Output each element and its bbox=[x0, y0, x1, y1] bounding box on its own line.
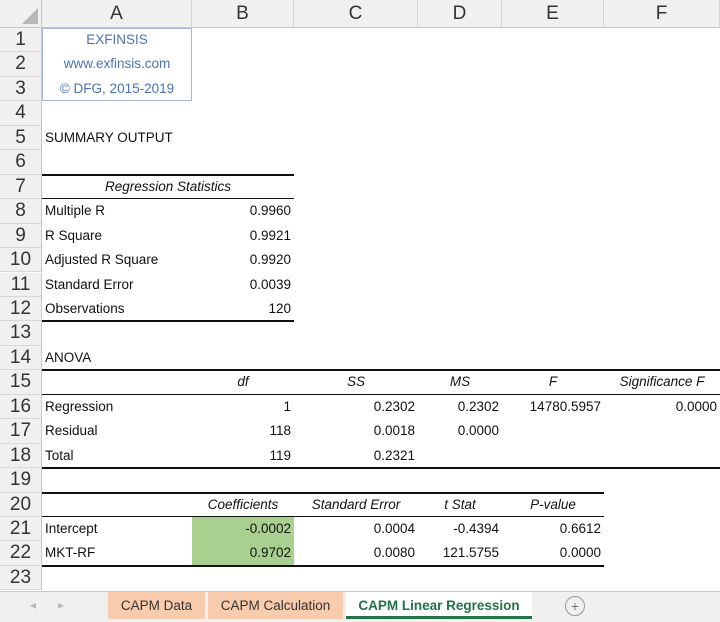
tab-capm-calculation[interactable]: CAPM Calculation bbox=[208, 592, 343, 619]
anova-row-label[interactable]: Regression bbox=[42, 395, 192, 419]
row-header-21[interactable]: 21 bbox=[0, 517, 42, 542]
row-header-14[interactable]: 14 bbox=[0, 345, 42, 371]
row-header-6[interactable]: 6 bbox=[0, 150, 42, 175]
anova-header-2[interactable]: SS bbox=[294, 370, 418, 394]
coef-value[interactable]: 0.0004 bbox=[294, 517, 418, 541]
coef-value[interactable]: 0.6612 bbox=[502, 517, 604, 541]
coef-bottom-border bbox=[42, 564, 604, 567]
anova-row-label[interactable]: Total bbox=[42, 444, 192, 468]
column-header-f[interactable]: F bbox=[604, 0, 720, 28]
row-header-23[interactable]: 23 bbox=[0, 565, 42, 591]
row-header-16[interactable]: 16 bbox=[0, 394, 42, 420]
coef-header-1[interactable]: Coefficients bbox=[192, 493, 294, 517]
coef-value[interactable]: 0.9702 bbox=[192, 541, 294, 566]
regstat-label[interactable]: Observations bbox=[42, 297, 192, 321]
coef-value[interactable]: 121.5755 bbox=[418, 541, 502, 565]
row-header-13[interactable]: 13 bbox=[0, 321, 42, 346]
anova-value[interactable]: 14780.5957 bbox=[502, 395, 604, 419]
anova-title[interactable]: ANOVA bbox=[42, 346, 192, 370]
row-header-7[interactable]: 7 bbox=[0, 174, 42, 200]
row-header-1[interactable]: 1 bbox=[0, 28, 42, 53]
anova-value[interactable]: 0.2321 bbox=[294, 444, 418, 468]
regression-statistics-header[interactable]: Regression Statistics bbox=[42, 175, 294, 199]
coef-value[interactable]: 0.0080 bbox=[294, 541, 418, 565]
regstat-value[interactable]: 0.9920 bbox=[192, 248, 294, 272]
row-header-15[interactable]: 15 bbox=[0, 370, 42, 395]
row-header-12[interactable]: 12 bbox=[0, 296, 42, 322]
anova-value[interactable]: 119 bbox=[192, 444, 294, 468]
anova-header-1[interactable]: df bbox=[192, 370, 294, 394]
column-header-c[interactable]: C bbox=[294, 0, 418, 28]
row-header-17[interactable]: 17 bbox=[0, 419, 42, 444]
anova-header-4[interactable]: F bbox=[502, 370, 604, 394]
column-header-b[interactable]: B bbox=[192, 0, 294, 28]
anova-value[interactable]: 0.0000 bbox=[418, 419, 502, 443]
anova-header-3[interactable]: MS bbox=[418, 370, 502, 394]
regstats-bottom-border bbox=[42, 320, 294, 323]
coef-header-3[interactable]: t Stat bbox=[418, 493, 502, 517]
coef-value[interactable]: -0.4394 bbox=[418, 517, 502, 541]
coef-row-label[interactable]: Intercept bbox=[42, 517, 192, 541]
column-header-e[interactable]: E bbox=[502, 0, 604, 28]
regstat-label[interactable]: R Square bbox=[42, 224, 192, 248]
row-header-10[interactable]: 10 bbox=[0, 248, 42, 273]
summary-output-title[interactable]: SUMMARY OUTPUT bbox=[42, 126, 292, 150]
brand-name[interactable]: EXFINSIS bbox=[42, 28, 192, 52]
regstat-value[interactable]: 120 bbox=[192, 297, 294, 321]
add-sheet-icon[interactable]: + bbox=[565, 596, 585, 616]
anova-bottom-border bbox=[42, 467, 720, 470]
regstat-value[interactable]: 0.9960 bbox=[192, 199, 294, 223]
row-header-8[interactable]: 8 bbox=[0, 199, 42, 224]
row-header-19[interactable]: 19 bbox=[0, 468, 42, 493]
anova-value[interactable]: 0.0018 bbox=[294, 419, 418, 443]
prev-sheet-icon[interactable]: ◂ bbox=[30, 598, 36, 612]
tab-capm-data[interactable]: CAPM Data bbox=[108, 592, 205, 619]
anova-header-5[interactable]: Significance F bbox=[604, 370, 720, 394]
coef-header-4[interactable]: P-value bbox=[502, 493, 604, 517]
anova-value[interactable]: 0.2302 bbox=[418, 395, 502, 419]
brand-url[interactable]: www.exfinsis.com bbox=[42, 52, 192, 76]
anova-row-label[interactable]: Residual bbox=[42, 419, 192, 443]
regstat-label[interactable]: Standard Error bbox=[42, 273, 192, 297]
anova-value[interactable]: 118 bbox=[192, 419, 294, 443]
sheet-tab-bar: ◂ ▸ CAPM Data CAPM Calculation CAPM Line… bbox=[0, 591, 720, 622]
regstat-value[interactable]: 0.0039 bbox=[192, 273, 294, 297]
column-header-d[interactable]: D bbox=[418, 0, 502, 28]
row-header-3[interactable]: 3 bbox=[0, 76, 42, 102]
select-all-corner[interactable] bbox=[0, 0, 42, 28]
next-sheet-icon[interactable]: ▸ bbox=[58, 598, 64, 612]
anova-value[interactable]: 0.0000 bbox=[604, 395, 720, 419]
regstat-value[interactable]: 0.9921 bbox=[192, 224, 294, 248]
regstat-label[interactable]: Adjusted R Square bbox=[42, 248, 192, 272]
row-header-9[interactable]: 9 bbox=[0, 223, 42, 249]
row-header-2[interactable]: 2 bbox=[0, 52, 42, 77]
anova-value[interactable]: 1 bbox=[192, 395, 294, 419]
coef-header-2[interactable]: Standard Error bbox=[294, 493, 418, 517]
row-header-18[interactable]: 18 bbox=[0, 443, 42, 469]
row-header-22[interactable]: 22 bbox=[0, 541, 42, 566]
anova-value[interactable]: 0.2302 bbox=[294, 395, 418, 419]
coef-row-label[interactable]: MKT-RF bbox=[42, 541, 192, 565]
row-header-4[interactable]: 4 bbox=[0, 101, 42, 126]
row-header-20[interactable]: 20 bbox=[0, 492, 42, 517]
regstat-label[interactable]: Multiple R bbox=[42, 199, 192, 223]
column-header-a[interactable]: A bbox=[42, 0, 192, 28]
brand-copyright[interactable]: © DFG, 2015-2019 bbox=[42, 77, 192, 101]
coef-value[interactable]: -0.0002 bbox=[192, 517, 294, 542]
row-header-11[interactable]: 11 bbox=[0, 272, 42, 297]
coef-value[interactable]: 0.0000 bbox=[502, 541, 604, 565]
row-header-5[interactable]: 5 bbox=[0, 125, 42, 151]
tab-capm-linear-regression[interactable]: CAPM Linear Regression bbox=[346, 592, 532, 619]
